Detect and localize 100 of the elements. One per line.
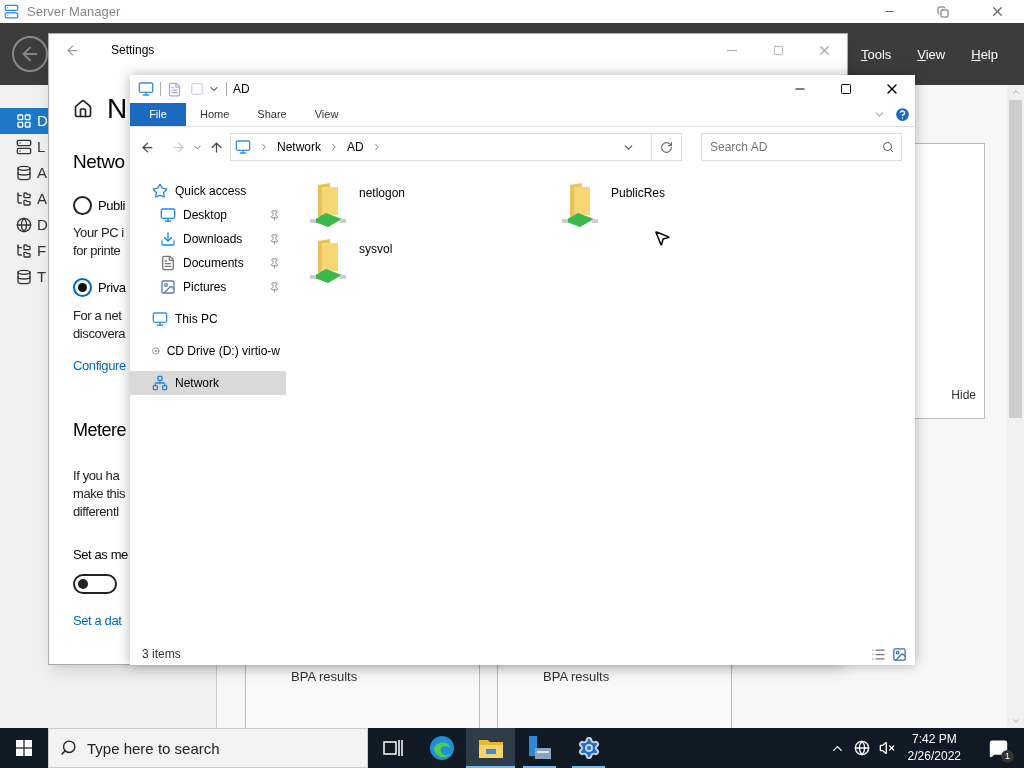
nav-item[interactable]: L <box>0 134 48 160</box>
refresh-icon <box>660 140 673 154</box>
ribbon-tab[interactable]: File <box>130 103 186 126</box>
document-icon <box>160 255 176 271</box>
gear-icon <box>576 736 601 760</box>
ribbon-tab[interactable]: View <box>300 103 353 126</box>
section-heading: Metere <box>73 419 127 442</box>
server-manager-icon <box>4 4 19 19</box>
breadcrumb-item[interactable]: AD <box>347 138 364 156</box>
minimize-icon <box>727 49 737 51</box>
breadcrumb-item[interactable]: Network <box>277 138 321 156</box>
radio-label: Priva <box>98 279 126 297</box>
muted-speaker-icon[interactable] <box>878 740 895 756</box>
nav-item[interactable]: Network <box>130 371 286 395</box>
window-title: Server Manager <box>27 2 121 21</box>
radio-button[interactable] <box>73 278 92 298</box>
folder-item[interactable]: PublicRes <box>560 181 812 237</box>
scroll-down-icon <box>1010 716 1021 726</box>
search-field[interactable]: Search AD <box>701 133 902 161</box>
browser-icon <box>428 735 455 761</box>
tree-icon <box>16 191 32 207</box>
dashboard-icon <box>16 113 32 129</box>
scroll-bar[interactable] <box>1007 85 1024 728</box>
restore-icon <box>937 5 949 18</box>
address-bar[interactable]: Network AD <box>230 133 682 161</box>
up-icon[interactable] <box>209 139 224 155</box>
server-rack-icon <box>16 269 32 285</box>
nav-item[interactable]: A <box>0 186 48 212</box>
shared-folder-icon <box>560 181 600 229</box>
status-text: 3 items <box>142 646 181 663</box>
window-title: AD <box>233 81 250 98</box>
nav-item[interactable]: D <box>0 108 48 134</box>
open-indicator <box>523 766 556 768</box>
large-icons-view-icon[interactable] <box>892 646 907 662</box>
maximize-icon <box>772 44 784 56</box>
toggle-switch[interactable] <box>73 573 117 594</box>
clock[interactable]: 7:42 PM 2/26/2022 <box>903 731 965 765</box>
monitor-icon <box>160 207 176 223</box>
open-indicator <box>572 766 605 768</box>
data-limit-link[interactable]: Set a dat <box>73 610 122 630</box>
nav-item[interactable]: Documents <box>130 251 286 275</box>
nav-item[interactable]: Quick access <box>130 179 286 203</box>
server-rack-icon <box>16 165 32 181</box>
nav-item[interactable]: T <box>0 264 48 290</box>
open-indicator <box>466 766 515 768</box>
menu-item[interactable]: Help <box>971 45 998 65</box>
nav-item[interactable]: CD Drive (D:) virtio-w <box>130 339 286 363</box>
radio-button[interactable] <box>73 195 92 215</box>
hide-link[interactable]: Hide <box>951 386 976 404</box>
toggle-label: Set as me <box>73 546 128 564</box>
taskbar-app[interactable] <box>466 728 515 768</box>
folder-item[interactable]: sysvol <box>308 237 560 293</box>
search-icon <box>60 739 77 756</box>
window-title: Settings <box>111 42 155 59</box>
shared-folder-icon <box>308 181 348 229</box>
folder-icon <box>477 737 504 759</box>
star-icon <box>152 183 168 199</box>
server-icon <box>16 139 32 155</box>
menu-item[interactable]: View <box>917 45 946 65</box>
description-text: If you ha make this differentl <box>73 467 126 521</box>
description-text: For a net discovera <box>73 306 126 343</box>
monitor-icon <box>235 139 251 155</box>
radio-label: Publi <box>98 196 125 215</box>
download-icon <box>160 231 176 247</box>
mouse-cursor-icon <box>653 229 671 247</box>
search-icon <box>882 141 894 153</box>
task-view-icon <box>382 739 403 757</box>
nav-item[interactable]: Pictures <box>130 275 286 299</box>
back-icon[interactable] <box>140 139 155 155</box>
shared-folder-icon <box>308 237 348 285</box>
tile-label: BPA results <box>543 667 610 686</box>
ribbon-tab[interactable]: Share <box>243 103 301 126</box>
configure-link[interactable]: Configure <box>73 355 126 375</box>
ribbon-tab[interactable]: Home <box>186 103 244 126</box>
home-icon[interactable] <box>73 99 93 119</box>
description-text: Your PC i for printe <box>73 224 124 260</box>
notification-button[interactable]: 1 <box>980 733 1016 763</box>
monitor-icon[interactable] <box>138 81 154 97</box>
notification-count: 1 <box>1001 750 1014 763</box>
page-heading: N <box>107 92 128 126</box>
details-view-icon[interactable] <box>871 646 886 662</box>
network-icon <box>152 375 168 391</box>
tile-label: BPA results <box>291 667 358 686</box>
chevron-icon <box>329 142 339 152</box>
globe-icon[interactable] <box>853 740 870 756</box>
help-icon[interactable] <box>894 106 911 123</box>
server-manager-icon <box>526 735 553 761</box>
nav-item[interactable]: Downloads <box>130 227 286 251</box>
folder-item[interactable]: netlogon <box>308 181 560 237</box>
nav-item[interactable]: F <box>0 238 48 264</box>
nav-item[interactable]: This PC <box>130 307 286 331</box>
image-icon <box>160 279 176 295</box>
nav-item[interactable]: Desktop <box>130 203 286 227</box>
nav-item[interactable]: D <box>0 212 48 238</box>
windows-logo-icon <box>16 740 32 756</box>
tree-icon <box>16 243 32 259</box>
scroll-thumb[interactable] <box>1009 100 1022 418</box>
search-box[interactable]: Type here to search <box>48 728 368 768</box>
nav-item[interactable]: A <box>0 160 48 186</box>
menu-item[interactable]: Tools <box>860 45 892 65</box>
